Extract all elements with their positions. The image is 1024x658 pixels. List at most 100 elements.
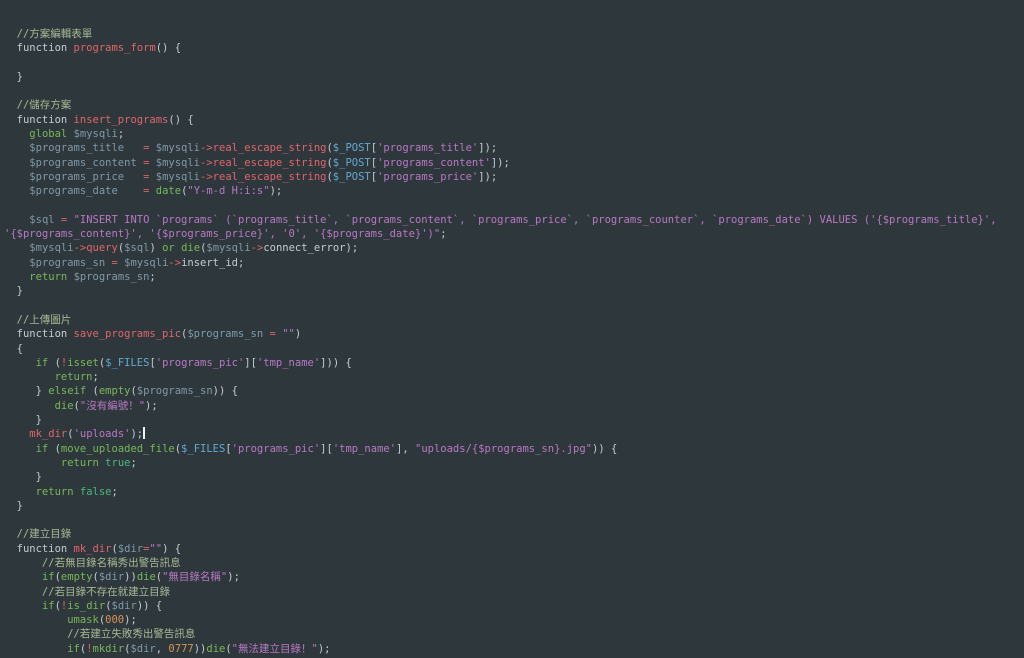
code-token-var: $mysqli (29, 242, 73, 254)
code-token-plain (4, 443, 36, 455)
code-line[interactable]: if(!mkdir($dir, 0777))die("無法建立目錄！"); (4, 642, 1024, 656)
code-token-plain: ( (86, 385, 99, 397)
code-token-string: "uploads/{$programs_sn}.jpg" (415, 443, 592, 455)
code-line[interactable]: umask(000); (4, 613, 1024, 627)
code-line[interactable]: function insert_programs() { (4, 113, 1024, 127)
code-token-plain: () { (156, 42, 181, 54)
code-line[interactable]: $mysqli->query($sql) or die($mysqli->con… (4, 241, 1024, 255)
code-token-var: $dir (130, 643, 155, 655)
code-area[interactable]: //方案編輯表單 function programs_form() { } //… (4, 27, 1024, 658)
code-line[interactable]: $sql = "INSERT INTO `programs` (`program… (4, 213, 1024, 227)
code-token-keyword: return (61, 457, 99, 469)
code-line[interactable]: return true; (4, 456, 1024, 470)
code-token-plain: ); (270, 185, 283, 197)
code-token-plain: ) (149, 242, 162, 254)
code-token-var: $programs_sn (137, 385, 213, 397)
code-token-plain (4, 171, 29, 183)
code-line[interactable]: } (4, 470, 1024, 484)
code-line[interactable]: die("沒有編號！"); (4, 399, 1024, 413)
code-line[interactable]: return $programs_sn; (4, 270, 1024, 284)
code-token-plain (4, 571, 42, 583)
code-editor[interactable]: //方案編輯表單 function programs_form() { } //… (0, 0, 1024, 658)
code-line[interactable]: return false; (4, 485, 1024, 499)
code-line[interactable]: } (4, 284, 1024, 298)
code-line[interactable]: //建立目錄 (4, 527, 1024, 541)
code-token-plain (4, 142, 29, 154)
code-line[interactable]: if (!isset($_FILES['programs_pic']['tmp_… (4, 356, 1024, 370)
code-line[interactable] (4, 56, 1024, 70)
code-token-plain: )) { (213, 385, 238, 397)
code-line[interactable]: //若無目錄名稱秀出警告訊息 (4, 556, 1024, 570)
code-token-string: "無法建立目錄！" (232, 643, 318, 655)
code-line[interactable]: '{$programs_content}', '{$programs_price… (4, 227, 1024, 241)
code-token-func: insert_programs (74, 114, 169, 126)
code-line[interactable]: } (4, 413, 1024, 427)
code-token-comment: //若目錄不存在就建立目錄 (4, 586, 170, 598)
code-token-plain (4, 486, 36, 498)
code-line[interactable]: //若目錄不存在就建立目錄 (4, 585, 1024, 599)
code-line[interactable]: mk_dir('uploads'); (4, 427, 1024, 441)
code-token-var: $dir (112, 600, 137, 612)
code-line[interactable]: { (4, 342, 1024, 356)
code-token-keyword: if (36, 443, 49, 455)
code-line[interactable]: //方案編輯表單 (4, 27, 1024, 41)
code-line[interactable] (4, 199, 1024, 213)
code-token-string: 'tmp_name' (257, 357, 320, 369)
code-token-plain (4, 157, 29, 169)
code-token-comment: //儲存方案 (4, 99, 71, 111)
code-token-var: $programs_sn (187, 328, 263, 340)
code-line[interactable]: $programs_content = $mysqli->real_escape… (4, 156, 1024, 170)
code-line[interactable]: function programs_form() { (4, 41, 1024, 55)
code-token-plain: { (4, 343, 23, 355)
code-token-func: query (86, 242, 118, 254)
text-cursor (143, 427, 145, 439)
code-line[interactable] (4, 84, 1024, 98)
code-token-keyword: global (29, 128, 67, 140)
code-token-plain (4, 400, 55, 412)
code-token-plain: ; (149, 271, 155, 283)
code-line[interactable] (4, 299, 1024, 313)
code-line[interactable]: function mk_dir($dir="") { (4, 542, 1024, 556)
code-token-var: $programs_sn (74, 271, 150, 283)
code-line[interactable]: $programs_sn = $mysqli->insert_id; (4, 256, 1024, 270)
code-token-plain: ); (227, 571, 240, 583)
code-line[interactable]: //上傳圖片 (4, 313, 1024, 327)
code-token-superglobal: $_POST (333, 157, 371, 169)
code-line[interactable]: } (4, 70, 1024, 84)
code-token-var: $sql (29, 214, 54, 226)
code-token-func: real_escape_string (213, 157, 327, 169)
code-line[interactable]: //儲存方案 (4, 98, 1024, 112)
code-token-const: true (105, 457, 130, 469)
code-token-plain: ]); (478, 142, 497, 154)
code-token-keyword: elseif (48, 385, 86, 397)
code-token-superglobal: $_POST (333, 142, 371, 154)
code-line[interactable]: $programs_date = date("Y-m-d H:i:s"); (4, 184, 1024, 198)
code-line[interactable]: global $mysqli; (4, 127, 1024, 141)
code-token-keyword: date (156, 185, 181, 197)
code-token-string: '{$programs_content}', '{$programs_price… (4, 228, 440, 240)
code-token-keyword: empty (61, 571, 93, 583)
code-token-plain: ); (124, 614, 137, 626)
code-line[interactable]: if(empty($dir))die("無目錄名稱"); (4, 570, 1024, 584)
code-line[interactable]: } elseif (empty($programs_sn)) { (4, 384, 1024, 398)
code-line[interactable]: return; (4, 370, 1024, 384)
code-token-comment: //若建立失敗秀出警告訊息 (4, 628, 195, 640)
code-token-plain: ( (48, 357, 61, 369)
code-token-string: "Y-m-d H:i:s" (187, 185, 269, 197)
code-token-var: $mysqli (124, 257, 168, 269)
code-line[interactable]: //若建立失敗秀出警告訊息 (4, 627, 1024, 641)
code-line[interactable]: if(!is_dir($dir)) { (4, 599, 1024, 613)
code-token-string: "" (149, 543, 162, 555)
code-token-keyword: die (206, 643, 225, 655)
code-line[interactable]: if (move_uploaded_file($_FILES['programs… (4, 442, 1024, 456)
code-line[interactable] (4, 513, 1024, 527)
code-token-plain: )) { (137, 600, 162, 612)
code-token-plain: } (4, 500, 23, 512)
code-token-keyword: die (181, 242, 200, 254)
code-line[interactable]: $programs_title = $mysqli->real_escape_s… (4, 141, 1024, 155)
code-token-plain (4, 257, 29, 269)
code-line[interactable]: $programs_price = $mysqli->real_escape_s… (4, 170, 1024, 184)
code-token-plain (4, 242, 29, 254)
code-line[interactable]: } (4, 499, 1024, 513)
code-line[interactable]: function save_programs_pic($programs_sn … (4, 327, 1024, 341)
